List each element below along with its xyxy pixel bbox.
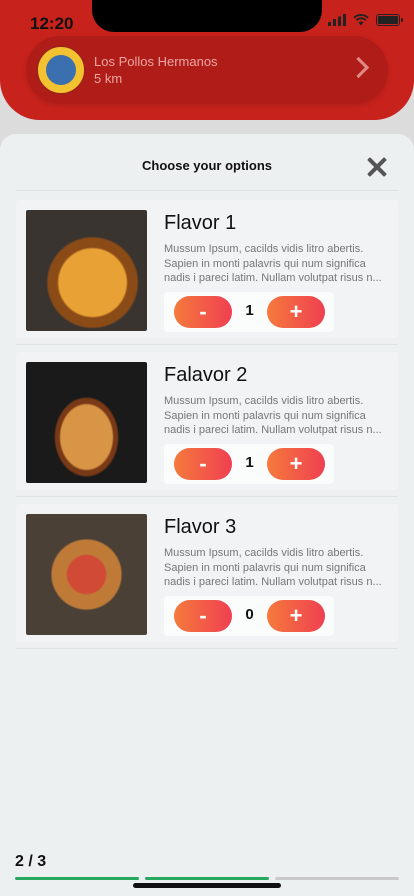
quantity-value: 0: [245, 606, 254, 623]
signal-icon: [328, 14, 346, 26]
divider: [16, 344, 398, 345]
option-item-1: Flavor 1 Mussum Ipsum, cacilds vidis lit…: [16, 200, 398, 338]
store-card[interactable]: Los Pollos Hermanos 5 km: [26, 36, 388, 104]
quantity-stepper: - 0 +: [164, 596, 334, 636]
option-item-3: Flavor 3 Mussum Ipsum, cacilds vidis lit…: [16, 504, 398, 642]
increase-button[interactable]: +: [267, 296, 325, 328]
item-description: Mussum Ipsum, cacilds vidis litro aberti…: [164, 395, 382, 436]
item-description: Mussum Ipsum, cacilds vidis litro aberti…: [164, 243, 382, 284]
pizza-image: [26, 514, 147, 635]
item-description: Mussum Ipsum, cacilds vidis litro aberti…: [164, 547, 382, 588]
pizza-image: [26, 210, 147, 331]
device-notch: [92, 0, 322, 32]
battery-icon: [376, 14, 403, 26]
divider: [16, 648, 398, 649]
option-item-2: Falavor 2 Mussum Ipsum, cacilds vidis li…: [16, 352, 398, 490]
step-progress-label: 2 / 3: [15, 853, 47, 870]
item-title: Falavor 2: [164, 364, 248, 386]
divider: [16, 496, 398, 497]
pizza-image: [26, 362, 147, 483]
options-sheet: Choose your options Flavor 1 Mussum Ipsu…: [0, 134, 414, 896]
progress-segment: [145, 877, 269, 880]
quantity-stepper: - 1 +: [164, 292, 334, 332]
increase-button[interactable]: +: [267, 448, 325, 480]
home-indicator[interactable]: [133, 883, 281, 888]
divider: [16, 190, 398, 191]
status-icons: [328, 14, 403, 26]
decrease-button[interactable]: -: [174, 296, 232, 328]
chevron-right-icon[interactable]: [347, 56, 370, 79]
decrease-button[interactable]: -: [174, 448, 232, 480]
wifi-icon: [353, 14, 369, 26]
store-logo: [36, 45, 86, 95]
item-title: Flavor 1: [164, 212, 237, 234]
sheet-title: Choose your options: [142, 158, 272, 173]
progress-segment: [275, 877, 399, 880]
decrease-button[interactable]: -: [174, 600, 232, 632]
store-name: Los Pollos Hermanos: [94, 54, 218, 69]
increase-button[interactable]: +: [267, 600, 325, 632]
quantity-value: 1: [245, 302, 254, 319]
quantity-stepper: - 1 +: [164, 444, 334, 484]
quantity-value: 1: [245, 454, 254, 471]
status-time: 12:20: [30, 14, 74, 33]
store-distance: 5 km: [94, 71, 123, 86]
progress-segment: [15, 877, 139, 880]
item-title: Flavor 3: [164, 516, 237, 538]
close-icon[interactable]: [366, 156, 388, 178]
